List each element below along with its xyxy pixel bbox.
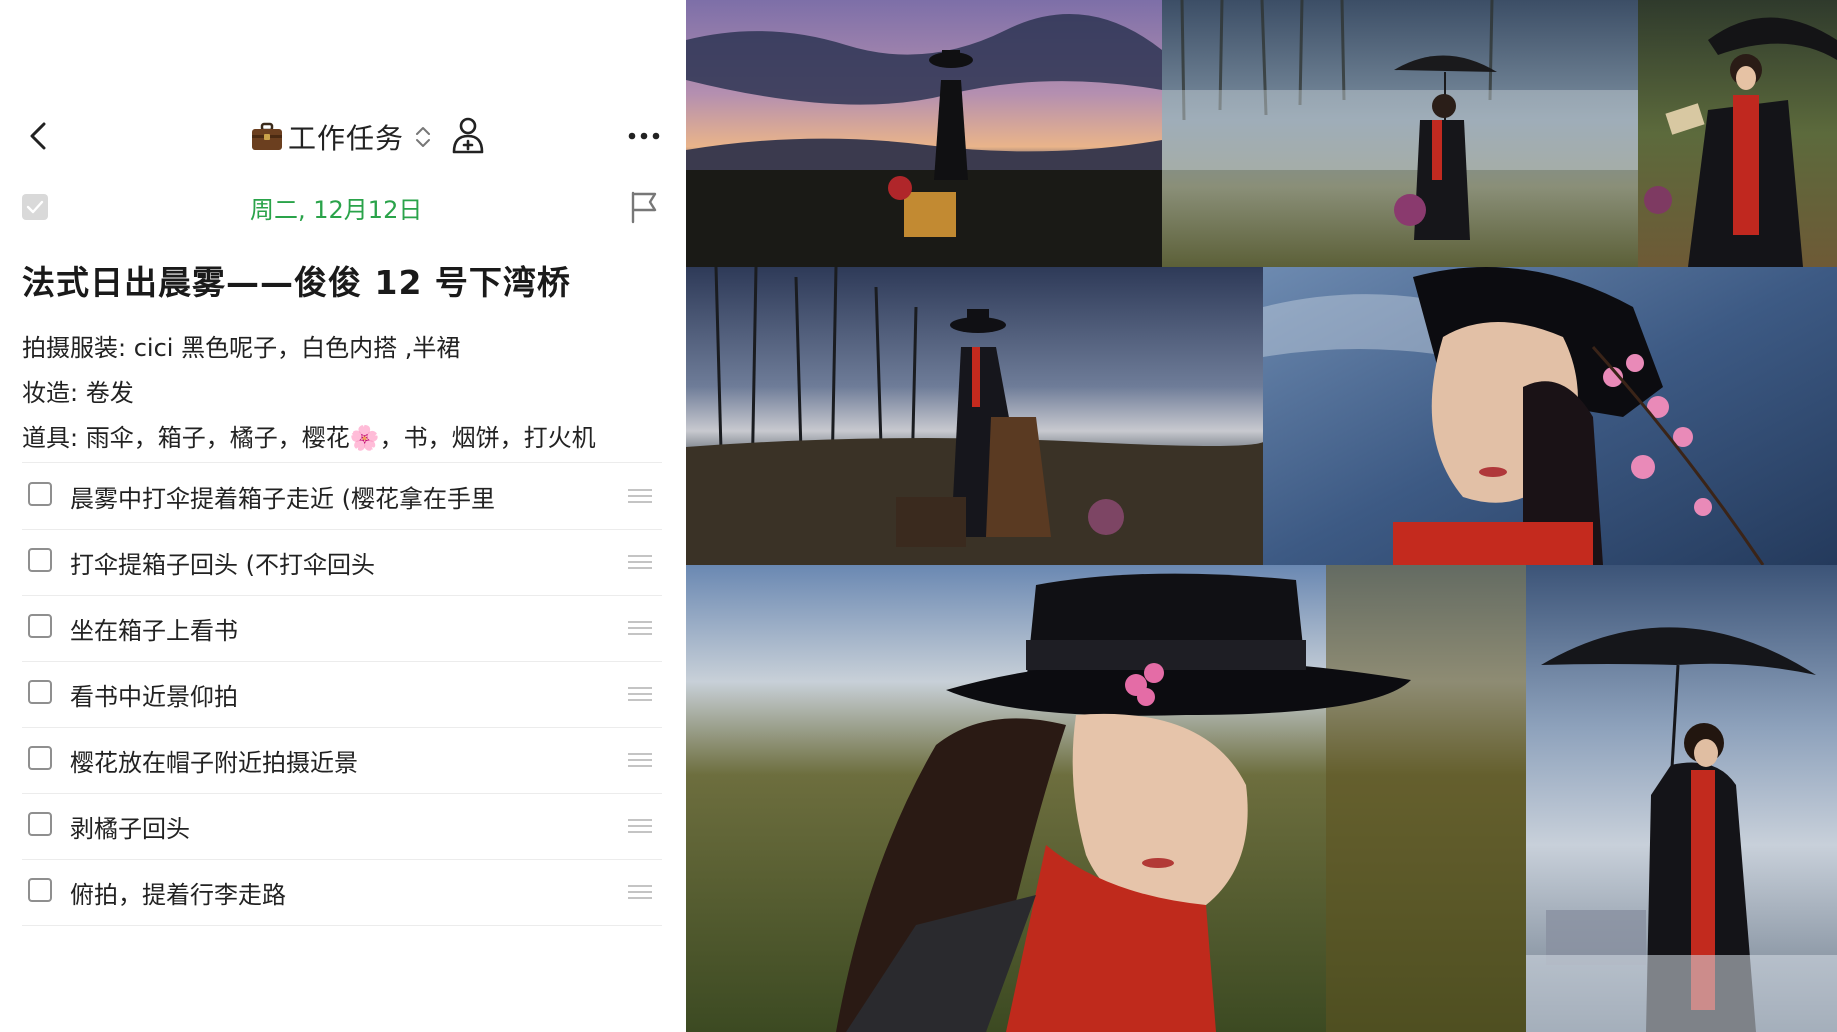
ellipsis-icon	[628, 132, 660, 140]
photo-umbrella-mist[interactable]	[1162, 0, 1638, 267]
drag-handle-icon[interactable]	[626, 816, 654, 836]
subtask-item[interactable]: 剥橘子回头	[22, 794, 662, 860]
task-complete-checkbox[interactable]	[22, 194, 48, 220]
date-bar: 周二, 12月12日	[0, 186, 686, 230]
drag-handle-icon[interactable]	[626, 618, 654, 638]
photo-hat-closeup[interactable]	[686, 565, 1526, 1032]
back-button[interactable]	[18, 114, 58, 158]
subtask-checkbox[interactable]	[28, 680, 52, 704]
subtask-item[interactable]: 打伞提箱子回头 (不打伞回头	[22, 530, 662, 596]
subtask-item[interactable]: 樱花放在帽子附近拍摄近景	[22, 728, 662, 794]
more-options-button[interactable]	[624, 118, 664, 154]
photo-reading-umbrella[interactable]	[1638, 0, 1837, 267]
drag-handle-icon[interactable]	[626, 486, 654, 506]
share-button[interactable]	[448, 114, 488, 158]
list-title: 工作任务	[288, 122, 405, 155]
subtask-checkbox[interactable]	[28, 482, 52, 506]
subtask-checkbox[interactable]	[28, 878, 52, 902]
drag-handle-icon[interactable]	[626, 750, 654, 770]
check-icon	[26, 200, 44, 214]
subtask-item[interactable]: 晨雾中打伞提着箱子走近 (樱花拿在手里	[22, 464, 662, 530]
note-line: 妆造: 卷发	[22, 379, 134, 407]
photo-collage	[686, 0, 1837, 1032]
note-line: 道具: 雨伞，箱子，橘子，樱花🌸，书，烟饼，打火机	[22, 424, 596, 452]
subtask-label: 晨雾中打伞提着箱子走近 (樱花拿在手里	[70, 485, 495, 513]
priority-flag-button[interactable]	[628, 190, 660, 224]
top-bar: 工作任务	[0, 108, 686, 166]
subtask-list: 晨雾中打伞提着箱子走近 (樱花拿在手里 打伞提箱子回头 (不打伞回头 坐在箱子上…	[0, 464, 686, 926]
subtask-label: 剥橘子回头	[70, 815, 190, 843]
drag-handle-icon[interactable]	[626, 684, 654, 704]
photo-sitting-suitcase[interactable]	[686, 267, 1263, 565]
chevron-updown-icon	[416, 127, 431, 147]
subtask-checkbox[interactable]	[28, 614, 52, 638]
subtask-label: 看书中近景仰拍	[70, 683, 238, 711]
subtask-checkbox[interactable]	[28, 746, 52, 770]
subtask-label: 打伞提箱子回头 (不打伞回头	[70, 551, 375, 579]
subtask-label: 樱花放在帽子附近拍摄近景	[70, 749, 358, 777]
drag-handle-icon[interactable]	[626, 552, 654, 572]
briefcase-icon	[252, 122, 282, 150]
task-detail-panel: 工作任务 周二, 12月12日 法式日出晨雾——俊俊 12 号下湾桥 拍摄服装:…	[0, 0, 686, 1032]
photo-upward-portrait[interactable]	[1263, 267, 1837, 565]
photo-umbrella-fog[interactable]	[1526, 565, 1837, 1032]
subtask-item[interactable]: 俯拍，提着行李走路	[22, 860, 662, 926]
share-person-icon	[452, 117, 484, 154]
task-notes[interactable]: 拍摄服装: cici 黑色呢子，白色内搭 ,半裙 妆造: 卷发 道具: 雨伞，箱…	[22, 326, 596, 461]
due-date[interactable]: 周二, 12月12日	[250, 190, 422, 225]
chevron-left-icon	[30, 122, 46, 150]
subtask-checkbox[interactable]	[28, 812, 52, 836]
subtask-label: 俯拍，提着行李走路	[70, 881, 286, 909]
list-selector[interactable]: 工作任务	[250, 116, 432, 158]
task-title[interactable]: 法式日出晨雾——俊俊 12 号下湾桥	[22, 256, 571, 304]
subtask-item[interactable]: 看书中近景仰拍	[22, 662, 662, 728]
photo-sunrise-silhouette[interactable]	[686, 0, 1162, 267]
flag-icon	[631, 191, 657, 224]
subtask-item[interactable]: 坐在箱子上看书	[22, 596, 662, 662]
note-line: 拍摄服装: cici 黑色呢子，白色内搭 ,半裙	[22, 334, 461, 362]
drag-handle-icon[interactable]	[626, 882, 654, 902]
divider	[22, 462, 662, 463]
subtask-checkbox[interactable]	[28, 548, 52, 572]
subtask-label: 坐在箱子上看书	[70, 617, 238, 645]
